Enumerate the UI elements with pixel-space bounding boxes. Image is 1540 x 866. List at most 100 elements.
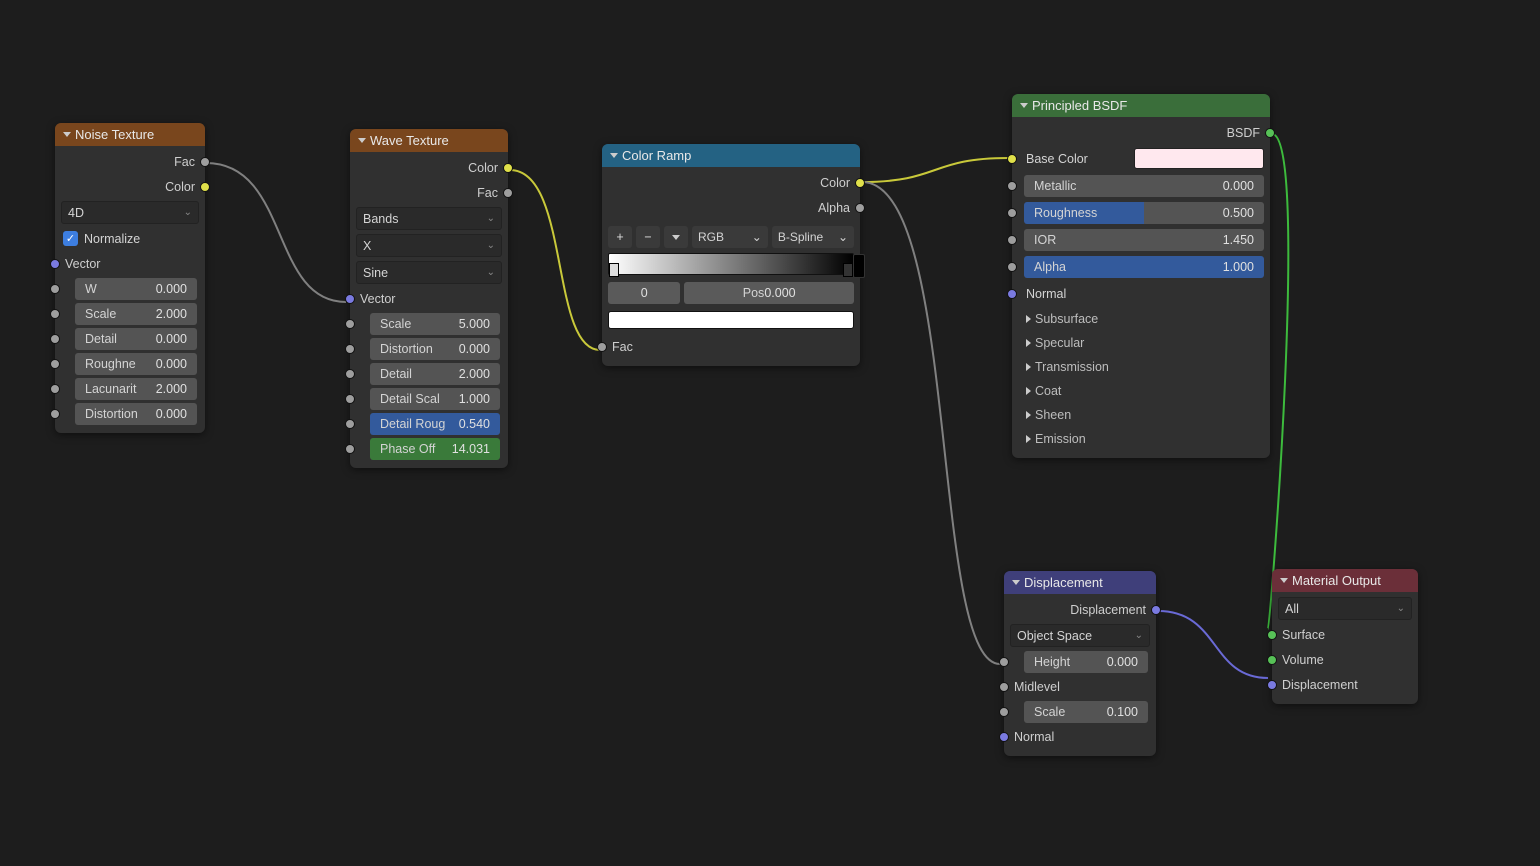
socket-w-in[interactable] — [50, 284, 60, 294]
group-specular[interactable]: Specular — [1018, 332, 1264, 354]
input-scale[interactable]: Scale2.000 — [61, 302, 199, 325]
input-detail-roughness[interactable]: Detail Roug0.540 — [356, 412, 502, 435]
node-material-output[interactable]: Material Output All⌄ Surface Volume Disp… — [1272, 569, 1418, 704]
node-principled-bsdf[interactable]: Principled BSDF BSDF Base Color Metallic… — [1012, 94, 1270, 458]
output-fac[interactable]: Fac — [356, 181, 502, 204]
base-color-swatch[interactable] — [1134, 148, 1264, 169]
node-header[interactable]: Color Ramp — [602, 144, 860, 167]
wave-axis-dropdown[interactable]: X⌄ — [356, 234, 502, 257]
output-fac[interactable]: Fac — [61, 150, 199, 173]
socket-fac-in[interactable] — [597, 342, 607, 352]
interpolation-dropdown[interactable]: B-Spline⌄ — [772, 226, 854, 248]
node-header[interactable]: Noise Texture — [55, 123, 205, 146]
stop-index-field[interactable]: 0 — [608, 282, 680, 304]
socket-color-out[interactable] — [855, 178, 865, 188]
input-detail-scale[interactable]: Detail Scal1.000 — [356, 387, 502, 410]
input-height[interactable]: Height0.000 — [1010, 650, 1150, 673]
socket-height-in[interactable] — [999, 657, 1009, 667]
node-header[interactable]: Principled BSDF — [1012, 94, 1270, 117]
socket-normal-in[interactable] — [999, 732, 1009, 742]
node-displacement[interactable]: Displacement Displacement Object Space⌄ … — [1004, 571, 1156, 756]
remove-stop-button[interactable]: − — [636, 226, 660, 248]
socket-color-out[interactable] — [503, 163, 513, 173]
socket-fac-out[interactable] — [503, 188, 513, 198]
socket-lacunarity-in[interactable] — [50, 384, 60, 394]
socket-vector-in[interactable] — [50, 259, 60, 269]
input-lacunarity[interactable]: Lacunarit2.000 — [61, 377, 199, 400]
input-distortion[interactable]: Distortion0.000 — [61, 402, 199, 425]
group-emission[interactable]: Emission — [1018, 428, 1264, 450]
gradient-bar[interactable] — [608, 253, 854, 275]
input-metallic[interactable]: Metallic0.000 — [1018, 174, 1264, 197]
socket-midlevel-in[interactable] — [999, 682, 1009, 692]
socket-alpha-in[interactable] — [1007, 262, 1017, 272]
add-stop-button[interactable]: + — [608, 226, 632, 248]
output-color[interactable]: Color — [356, 156, 502, 179]
socket-metallic-in[interactable] — [1007, 181, 1017, 191]
output-color[interactable]: Color — [608, 171, 854, 194]
socket-scale-in[interactable] — [999, 707, 1009, 717]
socket-displacement-out[interactable] — [1151, 605, 1161, 615]
socket-bsdf-out[interactable] — [1265, 128, 1275, 138]
socket-distortion-in[interactable] — [50, 409, 60, 419]
socket-basecolor-in[interactable] — [1007, 154, 1017, 164]
gradient-stop-1[interactable] — [843, 263, 853, 277]
input-vector[interactable]: Vector — [356, 287, 502, 310]
wave-profile-dropdown[interactable]: Sine⌄ — [356, 261, 502, 284]
group-subsurface[interactable]: Subsurface — [1018, 308, 1264, 330]
socket-normal-in[interactable] — [1007, 289, 1017, 299]
input-normal[interactable]: Normal — [1010, 725, 1150, 748]
socket-roughness-in[interactable] — [50, 359, 60, 369]
node-header[interactable]: Wave Texture — [350, 129, 508, 152]
socket-detailrough-in[interactable] — [345, 419, 355, 429]
socket-detail-in[interactable] — [50, 334, 60, 344]
socket-surface-in[interactable] — [1267, 630, 1277, 640]
input-volume[interactable]: Volume — [1278, 648, 1412, 671]
input-displacement[interactable]: Displacement — [1278, 673, 1412, 696]
socket-detailscale-in[interactable] — [345, 394, 355, 404]
output-bsdf[interactable]: BSDF — [1018, 121, 1264, 144]
node-color-ramp[interactable]: Color Ramp Color Alpha + − RGB⌄ B-Spline… — [602, 144, 860, 366]
color-mode-dropdown[interactable]: RGB⌄ — [692, 226, 768, 248]
output-alpha[interactable]: Alpha — [608, 196, 854, 219]
dimensions-dropdown[interactable]: 4D⌄ — [61, 201, 199, 224]
socket-fac-out[interactable] — [200, 157, 210, 167]
input-vector[interactable]: Vector — [61, 252, 199, 275]
target-dropdown[interactable]: All⌄ — [1278, 597, 1412, 620]
input-alpha[interactable]: Alpha1.000 — [1018, 255, 1264, 278]
space-dropdown[interactable]: Object Space⌄ — [1010, 624, 1150, 647]
stop-color-swatch[interactable] — [608, 311, 854, 329]
socket-detail-in[interactable] — [345, 369, 355, 379]
input-phase-offset[interactable]: Phase Off14.031 — [356, 437, 502, 460]
wave-type-dropdown[interactable]: Bands⌄ — [356, 207, 502, 230]
socket-distortion-in[interactable] — [345, 344, 355, 354]
output-displacement[interactable]: Displacement — [1010, 598, 1150, 621]
gradient-stop-0[interactable] — [609, 263, 619, 277]
output-color[interactable]: Color — [61, 175, 199, 198]
input-midlevel[interactable]: Midlevel — [1010, 675, 1150, 698]
input-scale[interactable]: Scale0.100 — [1010, 700, 1150, 723]
input-surface[interactable]: Surface — [1278, 623, 1412, 646]
input-roughness[interactable]: Roughness0.500 — [1018, 201, 1264, 224]
input-normal[interactable]: Normal — [1018, 282, 1264, 305]
input-ior[interactable]: IOR1.450 — [1018, 228, 1264, 251]
node-wave-texture[interactable]: Wave Texture Color Fac Bands⌄ X⌄ Sine⌄ V… — [350, 129, 508, 468]
normalize-checkbox[interactable]: ✓ Normalize — [61, 227, 199, 250]
input-detail[interactable]: Detail0.000 — [61, 327, 199, 350]
socket-scale-in[interactable] — [345, 319, 355, 329]
node-noise-texture[interactable]: Noise Texture Fac Color 4D⌄ ✓ Normalize … — [55, 123, 205, 433]
ramp-menu-button[interactable] — [664, 226, 688, 248]
group-sheen[interactable]: Sheen — [1018, 404, 1264, 426]
group-transmission[interactable]: Transmission — [1018, 356, 1264, 378]
socket-phase-in[interactable] — [345, 444, 355, 454]
socket-alpha-out[interactable] — [855, 203, 865, 213]
input-base-color[interactable]: Base Color — [1018, 147, 1264, 170]
socket-scale-in[interactable] — [50, 309, 60, 319]
node-header[interactable]: Material Output — [1272, 569, 1418, 592]
node-header[interactable]: Displacement — [1004, 571, 1156, 594]
group-coat[interactable]: Coat — [1018, 380, 1264, 402]
input-detail[interactable]: Detail2.000 — [356, 362, 502, 385]
socket-color-out[interactable] — [200, 182, 210, 192]
input-distortion[interactable]: Distortion0.000 — [356, 337, 502, 360]
input-w[interactable]: W0.000 — [61, 277, 199, 300]
